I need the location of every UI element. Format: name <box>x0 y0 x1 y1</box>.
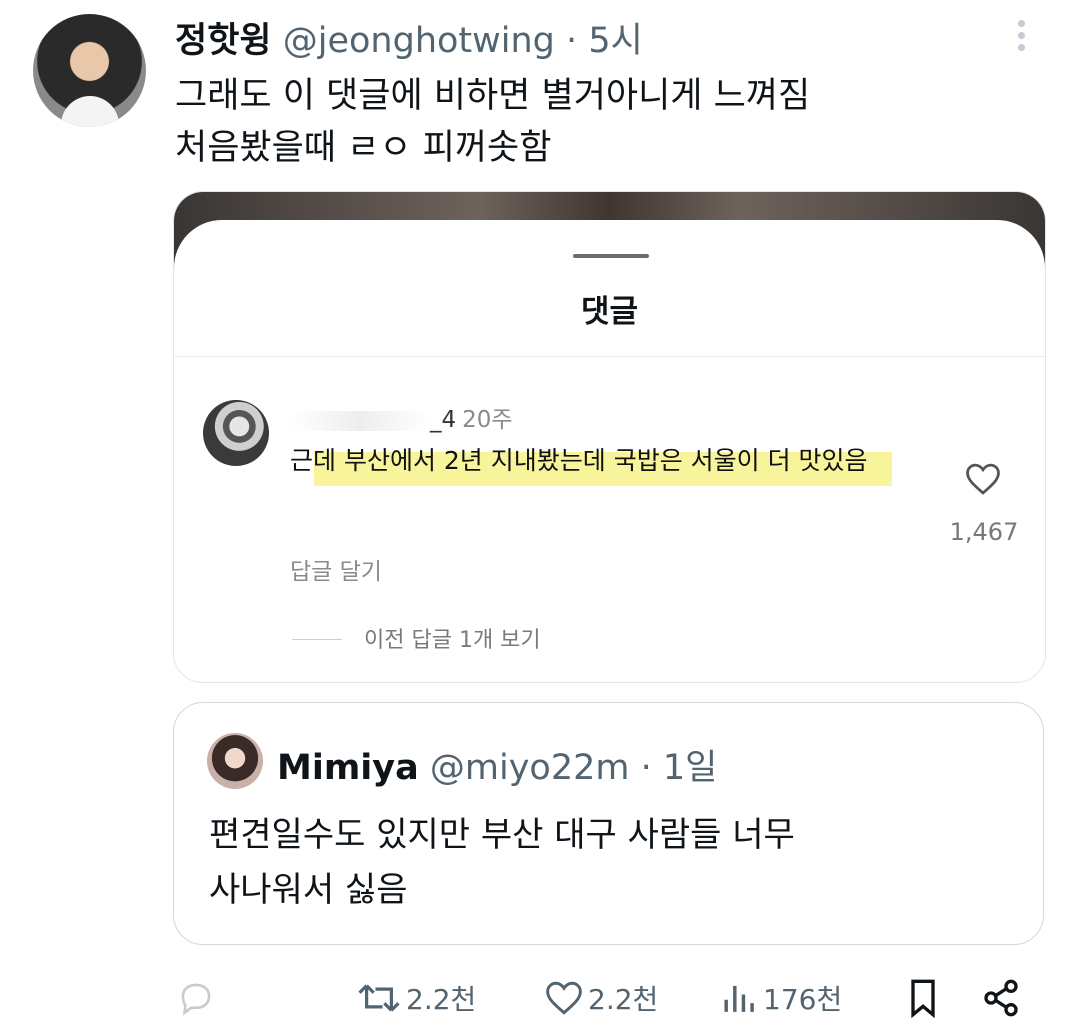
reply-icon <box>181 983 211 1016</box>
comment-likes: 1,467 <box>949 518 1019 546</box>
retweet-count: 2.2천 <box>406 983 477 1016</box>
prev-line <box>292 639 342 640</box>
comment-sheet: 댓글 _4 20주 근데 부산에서 2년 지내봤는데 국밥은 서울이 더 맛있음 … <box>174 220 1045 682</box>
retweet-icon <box>358 984 400 1012</box>
heart-icon <box>546 981 582 1015</box>
bookmark-button[interactable] <box>905 970 941 1026</box>
action-bar: 2.2천 2.2천 176천 <box>0 970 1078 1026</box>
share-button[interactable] <box>981 970 1021 1026</box>
quoted-tweet[interactable]: Mimiya @miyo22m · 1일 편견일수도 있지만 부산 대구 사람들… <box>173 702 1044 945</box>
quoted-author-line: Mimiya @miyo22m · 1일 <box>277 739 717 790</box>
separator: · <box>566 21 578 61</box>
quoted-avatar <box>207 733 263 789</box>
commenter-avatar <box>203 400 269 466</box>
like-button[interactable]: 2.2천 <box>544 970 658 1026</box>
tweet-time[interactable]: 5시 <box>588 21 642 61</box>
separator: · <box>640 748 652 788</box>
divider <box>174 356 1045 357</box>
heart-icon <box>966 463 1000 495</box>
sheet-title: 댓글 <box>580 294 639 330</box>
username-suffix: _4 <box>430 407 457 433</box>
author-handle[interactable]: @jeonghotwing <box>283 21 555 61</box>
author-avatar[interactable] <box>33 14 146 127</box>
author-line: 정핫윙 @jeonghotwing · 5시 <box>175 12 643 63</box>
tweet-media[interactable]: 댓글 _4 20주 근데 부산에서 2년 지내봤는데 국밥은 서울이 더 맛있음 … <box>173 191 1046 683</box>
comment-text: 근데 부산에서 2년 지내봤는데 국밥은 서울이 더 맛있음 <box>290 446 868 475</box>
share-icon <box>984 979 1018 1017</box>
comment-age: 20주 <box>462 407 513 433</box>
quoted-author-name: Mimiya <box>277 748 419 788</box>
quoted-time: 1일 <box>662 748 718 788</box>
tweet-text: 그래도 이 댓글에 비하면 별거아니게 느껴짐 처음봤을때 ㄹㅇ 피꺼솟함 <box>175 76 811 168</box>
author-name[interactable]: 정핫윙 <box>175 21 272 61</box>
quoted-text: 편견일수도 있지만 부산 대구 사람들 너무 사나워서 싫음 <box>209 815 795 910</box>
blurred-username <box>290 410 430 431</box>
view-previous-replies: 이전 답글 1개 보기 <box>364 628 541 653</box>
more-icon[interactable] <box>1011 20 1031 56</box>
quoted-author-handle: @miyo22m <box>429 748 630 788</box>
sheet-handle <box>573 254 649 258</box>
reply-button[interactable] <box>176 970 216 1026</box>
views-button[interactable]: 176천 <box>721 970 842 1026</box>
views-count: 176천 <box>763 983 843 1016</box>
bookmark-icon <box>911 979 935 1018</box>
like-count: 2.2천 <box>588 983 659 1016</box>
retweet-button[interactable]: 2.2천 <box>356 970 476 1026</box>
commenter-username: _4 20주 <box>290 400 513 434</box>
reply-label: 답글 달기 <box>290 559 382 585</box>
views-icon <box>724 985 754 1012</box>
avatar-detail <box>61 96 119 127</box>
